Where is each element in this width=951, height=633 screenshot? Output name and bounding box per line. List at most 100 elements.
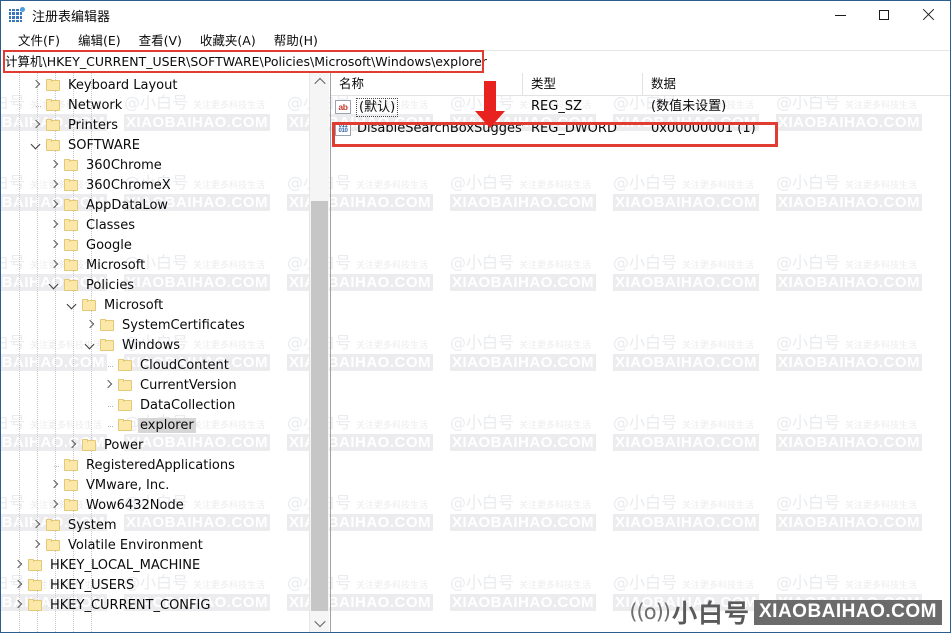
registry-icon (9, 7, 25, 23)
chevron-right-icon[interactable] (47, 257, 63, 273)
menu-view[interactable]: 查看(V) (130, 28, 191, 52)
registry-path-input[interactable]: 计算机\HKEY_CURRENT_USER\SOFTWARE\Policies\… (3, 51, 949, 72)
tree-node-wow6432node[interactable]: Wow6432Node (1, 495, 310, 515)
editor-body: Keyboard Layout Network Printers SOFTWARE 36… (1, 73, 950, 632)
chevron-right-icon[interactable] (47, 477, 63, 493)
chevron-right-icon[interactable] (47, 217, 63, 233)
tree-node-keyboard-layout[interactable]: Keyboard Layout (1, 75, 310, 95)
logo-chinese-text: 小白号 (671, 599, 750, 628)
column-header-name[interactable]: 名称 (331, 73, 523, 95)
tree-node-hkey-local-machine[interactable]: HKEY_LOCAL_MACHINE (1, 555, 310, 575)
tree-node-classes[interactable]: Classes (1, 215, 310, 235)
chevron-right-icon[interactable] (47, 197, 63, 213)
minimize-button[interactable] (818, 1, 862, 29)
chevron-right-icon[interactable] (65, 437, 81, 453)
registry-tree: Keyboard Layout Network Printers SOFTWARE 36… (1, 73, 310, 615)
chevron-down-icon[interactable] (47, 277, 63, 293)
chevron-right-icon[interactable] (11, 577, 27, 593)
chevron-right-icon[interactable] (47, 237, 63, 253)
chevron-right-icon[interactable] (29, 517, 45, 533)
folder-icon (28, 598, 43, 612)
tree-node-printers[interactable]: Printers (1, 115, 310, 135)
chevron-right-icon[interactable] (29, 77, 45, 93)
registry-editor-window: 注册表编辑器 文件(F) 编辑(E) 查看(V) 收藏夹(A) 帮助(H) 计算… (0, 0, 951, 633)
folder-icon (64, 178, 79, 192)
tree-node-label: CloudContent (140, 357, 229, 373)
menu-bar: 文件(F) 编辑(E) 查看(V) 收藏夹(A) 帮助(H) (1, 29, 950, 50)
column-header-data[interactable]: 数据 (643, 73, 943, 95)
tree-node-label: Classes (86, 217, 135, 233)
value-data: (数值未设置) (651, 99, 727, 114)
tree-node-registeredapplications[interactable]: RegisteredApplications (1, 455, 310, 475)
column-header-type[interactable]: 类型 (523, 73, 643, 95)
tree-node-hkey-current-config[interactable]: HKEY_CURRENT_CONFIG (1, 595, 310, 615)
tree-node-microsoft[interactable]: Microsoft (1, 295, 310, 315)
tree-node-currentversion[interactable]: CurrentVersion (1, 375, 310, 395)
tree-vertical-scrollbar[interactable] (309, 73, 329, 632)
folder-icon (64, 458, 79, 472)
tree-node-label: Wow6432Node (86, 497, 184, 513)
tree-node-cloudcontent[interactable]: CloudContent (1, 355, 310, 375)
tree-node-policies[interactable]: Policies (1, 275, 310, 295)
values-header-row: 名称 类型 数据 (331, 73, 950, 96)
value-row[interactable]: ab (默认) REG_SZ (数值未设置) (331, 96, 950, 118)
registry-values-pane: 名称 类型 数据 ab (默认) REG_SZ (数值未设置) 011 010 Disabl… (331, 73, 950, 632)
chevron-right-icon[interactable] (29, 117, 45, 133)
tree-leaf-marker (29, 97, 45, 113)
folder-icon (46, 78, 61, 92)
tree-node-label: Keyboard Layout (68, 77, 178, 93)
site-logo: ((o)) 小白号 XIAOBAIHAO.COM (629, 598, 942, 628)
folder-icon (28, 578, 43, 592)
tree-node-label: VMware, Inc. (86, 477, 170, 493)
tree-node-systemcertificates[interactable]: SystemCertificates (1, 315, 310, 335)
menu-favorites[interactable]: 收藏夹(A) (191, 28, 265, 52)
tree-node-label: DataCollection (140, 397, 236, 413)
tree-node-volatile-environment[interactable]: Volatile Environment (1, 535, 310, 555)
chevron-right-icon[interactable] (11, 597, 27, 613)
scroll-down-button[interactable] (310, 614, 329, 632)
address-bar: 计算机\HKEY_CURRENT_USER\SOFTWARE\Policies\… (1, 50, 950, 73)
folder-icon (64, 238, 79, 252)
tree-node-system[interactable]: System (1, 515, 310, 535)
menu-help[interactable]: 帮助(H) (265, 28, 327, 52)
chevron-right-icon[interactable] (47, 177, 63, 193)
value-row[interactable]: 011010 DisableSearchBoxSuggestions REG_DWO… (331, 118, 950, 140)
tree-node-360chromex[interactable]: 360ChromeX (1, 175, 310, 195)
chevron-right-icon[interactable] (47, 497, 63, 513)
chevron-right-icon[interactable] (11, 557, 27, 573)
tree-node-software[interactable]: SOFTWARE (1, 135, 310, 155)
tree-node-explorer[interactable]: explorer (1, 415, 310, 435)
scroll-up-button[interactable] (310, 73, 329, 91)
tree-node-appdatalow[interactable]: AppDataLow (1, 195, 310, 215)
chevron-down-icon[interactable] (29, 137, 45, 153)
value-data: 0x00000001 (1) (651, 121, 756, 136)
tree-node-microsoft[interactable]: Microsoft (1, 255, 310, 275)
tree-node-power[interactable]: Power (1, 435, 310, 455)
chevron-down-icon[interactable] (83, 337, 99, 353)
tree-node-label: Microsoft (104, 297, 164, 313)
tree-node-label: HKEY_CURRENT_CONFIG (50, 597, 211, 613)
scrollbar-thumb[interactable] (311, 201, 328, 611)
tree-node-360chrome[interactable]: 360Chrome (1, 155, 310, 175)
tree-node-datacollection[interactable]: DataCollection (1, 395, 310, 415)
chevron-right-icon[interactable] (47, 157, 63, 173)
tree-node-network[interactable]: Network (1, 95, 310, 115)
tree-node-vmware-inc[interactable]: VMware, Inc. (1, 475, 310, 495)
close-button[interactable] (906, 1, 950, 29)
tree-node-windows[interactable]: Windows (1, 335, 310, 355)
chevron-right-icon[interactable] (101, 377, 117, 393)
tree-leaf-marker (101, 417, 117, 433)
folder-icon (118, 378, 133, 392)
maximize-button[interactable] (862, 1, 906, 29)
chevron-right-icon[interactable] (83, 317, 99, 333)
chevron-down-icon[interactable] (65, 297, 81, 313)
tree-node-google[interactable]: Google (1, 235, 310, 255)
tree-node-label: Policies (86, 277, 135, 293)
title-bar: 注册表编辑器 (1, 1, 950, 29)
menu-file[interactable]: 文件(F) (9, 28, 69, 52)
chevron-right-icon[interactable] (29, 537, 45, 553)
broadcast-icon: ((o)) (629, 600, 671, 624)
menu-edit[interactable]: 编辑(E) (69, 28, 130, 52)
tree-node-hkey-users[interactable]: HKEY_USERS (1, 575, 310, 595)
folder-icon (64, 498, 79, 512)
